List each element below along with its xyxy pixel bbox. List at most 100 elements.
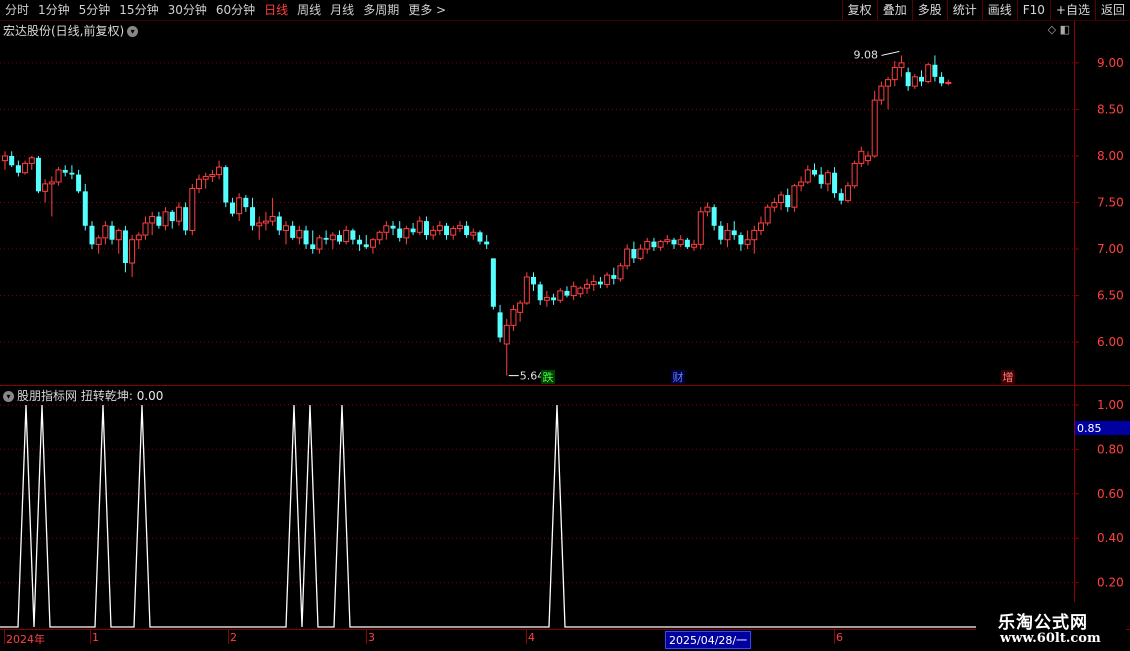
- candle-body: [637, 248, 644, 259]
- candle-body: [503, 324, 510, 345]
- candle-body: [357, 239, 363, 245]
- high-arrow: [881, 50, 900, 56]
- candle-body: [303, 230, 309, 245]
- candle-body: [785, 195, 791, 208]
- candle-body: [323, 237, 329, 240]
- candle-body: [564, 290, 570, 296]
- indicator-tick-label: 0.40: [1097, 531, 1124, 545]
- candle-body: [898, 62, 905, 69]
- candle-body: [236, 197, 243, 215]
- event-marker-label: 财: [673, 370, 684, 384]
- watermark-url: www.60lt.com: [1000, 631, 1101, 646]
- candle-body: [738, 235, 744, 245]
- candle-body: [537, 284, 543, 301]
- candle-body: [818, 174, 824, 184]
- candle-body: [557, 290, 564, 301]
- candle-body: [216, 166, 223, 176]
- candle-body: [631, 249, 637, 259]
- candle-body: [611, 275, 617, 279]
- candle-body: [282, 225, 289, 231]
- watermark-title: 乐淘公式网: [998, 613, 1088, 633]
- candle-body: [724, 229, 731, 241]
- candle-body: [657, 241, 664, 248]
- candle-body: [156, 216, 162, 226]
- candle-body: [584, 283, 591, 289]
- date-label: 2024年: [6, 633, 45, 646]
- cursor-value-label: 0.85: [1077, 422, 1102, 435]
- candle-body: [731, 230, 737, 236]
- candle-body: [704, 206, 711, 213]
- candle-body: [551, 297, 557, 301]
- candle-body: [76, 174, 82, 192]
- candle-body: [142, 222, 149, 236]
- candle-body: [751, 229, 758, 241]
- candle-body: [82, 191, 88, 226]
- candle-body: [791, 185, 798, 208]
- date-tick: [526, 630, 527, 644]
- candle-body: [604, 274, 611, 285]
- candle-body: [316, 237, 323, 250]
- candle-body: [671, 239, 677, 245]
- date-label: 3: [368, 631, 375, 644]
- chart-canvas[interactable]: 9.00 8.50 8.00 7.50 7.00 6.50 6.00 9.08 5.64跌 财 增 1…: [0, 0, 1130, 650]
- candle-body: [69, 172, 75, 175]
- candle-body: [838, 193, 844, 201]
- candle-body: [939, 76, 945, 84]
- candle-body: [55, 169, 62, 183]
- candle-body: [223, 167, 229, 203]
- candle-body: [510, 309, 517, 326]
- candle-body: [798, 181, 805, 187]
- candle-body: [664, 239, 671, 243]
- candle-body: [932, 64, 938, 77]
- candle-body: [858, 150, 865, 164]
- candle-body: [677, 239, 684, 245]
- candle-body: [350, 230, 356, 240]
- candle-body: [744, 239, 751, 245]
- candle-body: [48, 181, 55, 185]
- candle-body: [290, 225, 296, 238]
- candle-body: [771, 202, 778, 208]
- candle-body: [243, 197, 249, 208]
- candle-body: [175, 206, 182, 222]
- candle-body: [416, 220, 423, 233]
- price-tick-label: 8.00: [1097, 149, 1124, 163]
- candle-body: [523, 276, 530, 304]
- candle-body: [15, 165, 21, 173]
- candle-body: [363, 244, 369, 248]
- indicator-line: [0, 404, 978, 628]
- candle-body: [162, 211, 169, 227]
- date-tick: [834, 630, 835, 644]
- candle-body: [456, 225, 463, 230]
- candle-body: [149, 215, 156, 224]
- candle-body: [376, 231, 383, 241]
- candle-body: [183, 207, 189, 231]
- candle-body: [369, 239, 376, 248]
- candle-body: [35, 157, 41, 192]
- candle-body: [95, 237, 102, 245]
- candle-body: [684, 239, 690, 248]
- candle-body: [531, 276, 537, 285]
- candle-body: [135, 234, 142, 241]
- candle-body: [115, 229, 122, 241]
- candle-body: [811, 169, 817, 175]
- candle-body: [757, 222, 764, 231]
- candle-body: [851, 162, 858, 187]
- candle-body: [911, 76, 918, 87]
- price-tick-label: 7.50: [1097, 196, 1124, 210]
- event-marker-label: 增: [1003, 370, 1014, 384]
- date-axis: 2025/04/28/一 2024年 1 2 3 4 6: [0, 629, 1130, 651]
- candle-body: [423, 221, 429, 236]
- candle-body: [89, 225, 95, 245]
- candle-body: [490, 258, 496, 307]
- candle-body: [102, 225, 109, 239]
- candle-body: [871, 99, 878, 157]
- candle-body: [390, 225, 396, 229]
- event-marker-label: 跌: [543, 370, 554, 384]
- price-tick-label: 8.50: [1097, 102, 1124, 116]
- date-tick: [228, 630, 229, 644]
- candle-body: [865, 155, 872, 162]
- candle-body: [122, 230, 128, 263]
- indicator-tick-label: 1.00: [1097, 398, 1124, 412]
- candle-body: [269, 215, 276, 222]
- candle-body: [543, 296, 550, 301]
